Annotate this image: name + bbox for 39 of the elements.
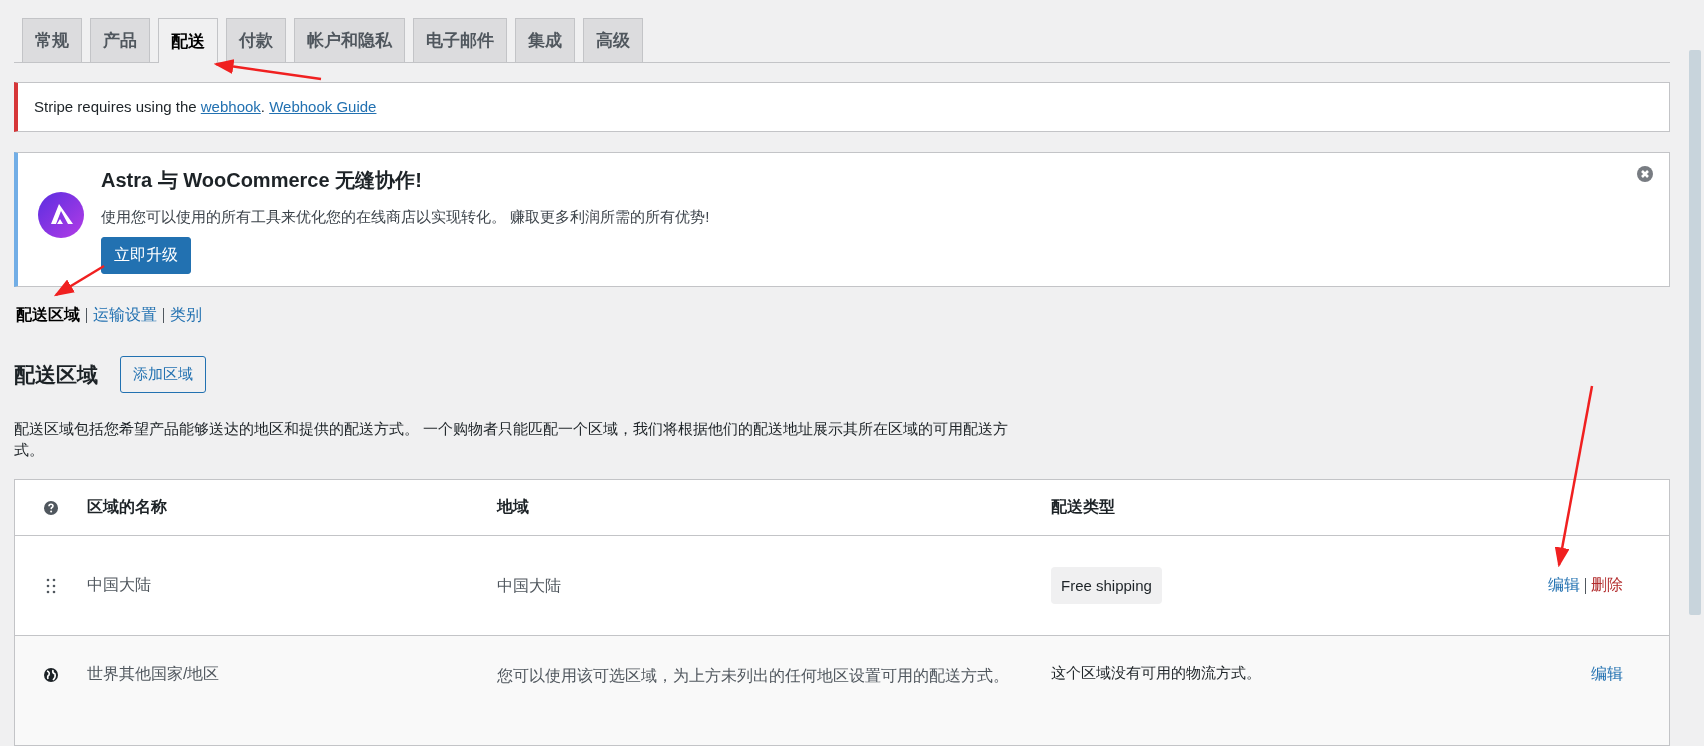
column-header: 区域的名称 bbox=[87, 497, 168, 517]
settings-tab[interactable]: 配送 bbox=[158, 18, 218, 63]
zone-region: 您可以使用该可选区域，为上方未列出的任何地区设置可用的配送方式。 bbox=[497, 666, 1010, 686]
promo-title: Astra 与 WooCommerce 无缝协作! bbox=[101, 168, 423, 193]
settings-tab[interactable]: 高级 bbox=[583, 18, 643, 62]
settings-tab[interactable]: 集成 bbox=[515, 18, 575, 62]
no-methods-note: 这个区域没有可用的物流方式。 bbox=[1051, 665, 1261, 681]
zone-name: 世界其他国家/地区 bbox=[87, 664, 221, 684]
column-header: 地域 bbox=[497, 497, 530, 517]
webhook-link[interactable]: webhook bbox=[200, 98, 261, 115]
column-header: 配送类型 bbox=[1051, 497, 1116, 517]
edit-link[interactable]: 编辑 bbox=[1548, 575, 1580, 596]
help-icon[interactable] bbox=[44, 500, 58, 515]
zone-region: 中国大陆 bbox=[497, 575, 562, 596]
settings-tab[interactable]: 付款 bbox=[226, 18, 286, 62]
promo-description: 使用您可以使用的所有工具来优化您的在线商店以实现转化。 赚取更多利润所需的所有优势! bbox=[101, 208, 710, 227]
zone-name: 中国大陆 bbox=[87, 575, 152, 595]
shipping-method-tag: Free shipping bbox=[1051, 567, 1162, 604]
globe-icon bbox=[44, 668, 58, 682]
upgrade-button[interactable]: 立即升级 bbox=[101, 237, 191, 274]
annotation-arrow bbox=[53, 264, 105, 297]
close-icon[interactable] bbox=[1637, 166, 1653, 182]
section-link[interactable]: 类别 bbox=[167, 305, 205, 326]
edit-link[interactable]: 编辑 bbox=[1591, 664, 1623, 685]
settings-tab[interactable]: 产品 bbox=[90, 18, 150, 62]
webhook-guide-link[interactable]: Webhook Guide bbox=[269, 98, 377, 115]
section-link[interactable]: 配送区域 bbox=[16, 305, 83, 326]
zones-description: 配送区域包括您希望产品能够送达的地区和提供的配送方式。 一个购物者只能匹配一个区域，我们将根据他们的配送地址展示其所在区域的可用配送方式。 bbox=[14, 420, 1010, 460]
add-zone-button[interactable]: 添加区域 bbox=[120, 356, 206, 393]
scrollbar-thumb[interactable] bbox=[1689, 50, 1701, 615]
astra-logo-icon bbox=[38, 192, 84, 238]
delete-link[interactable]: 删除 bbox=[1591, 575, 1623, 596]
settings-tab[interactable]: 电子邮件 bbox=[413, 18, 507, 62]
notice-text: Stripe requires using the webhook. Webhook Guide bbox=[34, 98, 378, 116]
section-heading: 配送区域 bbox=[14, 361, 98, 388]
drag-handle-icon[interactable] bbox=[45, 576, 57, 595]
settings-tab[interactable]: 帐户和隐私 bbox=[294, 18, 405, 62]
settings-tab[interactable]: 常规 bbox=[22, 18, 82, 62]
section-link[interactable]: 运输设置 bbox=[90, 305, 160, 326]
